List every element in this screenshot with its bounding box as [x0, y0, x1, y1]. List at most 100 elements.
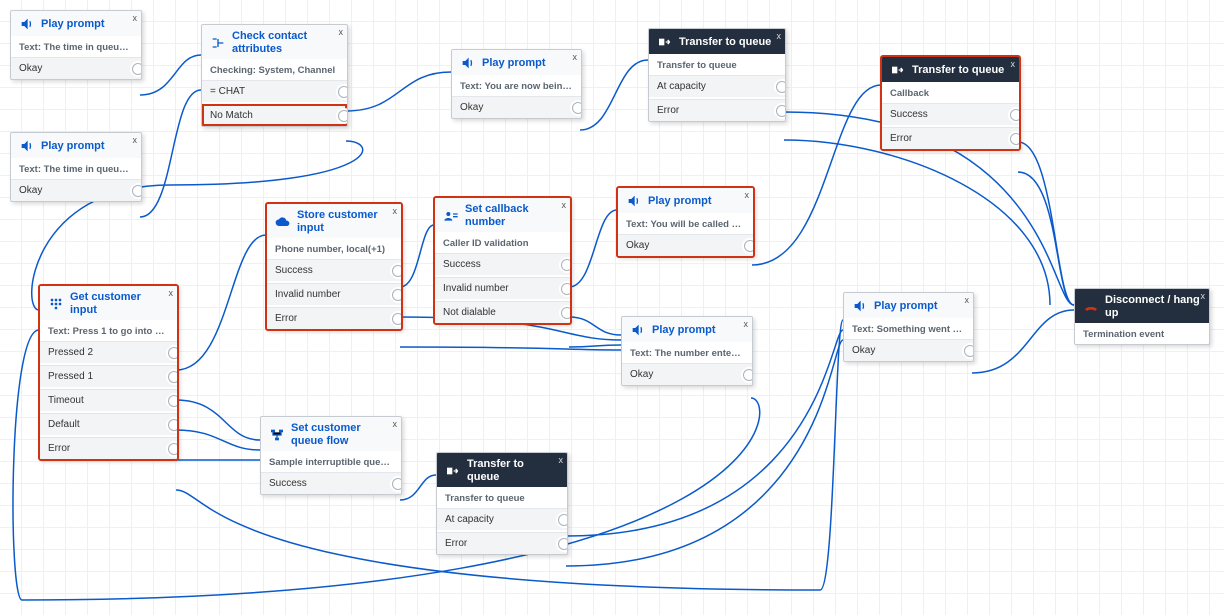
block-play-prompt-being-placed[interactable]: Play prompt x Text: You are now being pl…	[451, 49, 582, 119]
block-header[interactable]: Play prompt x	[844, 293, 973, 318]
connector-dot[interactable]	[338, 86, 348, 98]
branch-error[interactable]: Error	[40, 437, 177, 459]
close-icon[interactable]: x	[1011, 59, 1016, 69]
connector-dot[interactable]	[392, 289, 402, 301]
close-icon[interactable]: x	[777, 31, 782, 41]
close-icon[interactable]: x	[965, 295, 970, 305]
block-header[interactable]: Get customer input x	[40, 286, 177, 320]
canvas-grid[interactable]	[0, 0, 1224, 615]
connector-dot[interactable]	[168, 347, 178, 359]
connector-dot[interactable]	[392, 313, 402, 325]
block-header[interactable]: Play prompt x	[11, 11, 141, 36]
close-icon[interactable]: x	[133, 135, 138, 145]
connector-dot[interactable]	[392, 478, 402, 490]
connector-dot[interactable]	[1010, 133, 1020, 145]
block-header[interactable]: Play prompt x	[452, 50, 581, 75]
block-disconnect[interactable]: Disconnect / hang up x Termination event	[1074, 288, 1210, 345]
block-play-prompt-callback[interactable]: Play prompt x Text: You will be called b…	[617, 187, 754, 257]
connector-dot[interactable]	[132, 63, 142, 75]
connector-dot[interactable]	[743, 369, 753, 381]
connector-dot[interactable]	[392, 265, 402, 277]
connector-dot[interactable]	[776, 105, 786, 117]
block-subtitle: Phone number, local(+1)	[267, 238, 401, 259]
connector-dot[interactable]	[744, 240, 754, 252]
branch-okay[interactable]: Okay	[618, 234, 753, 256]
block-header[interactable]: Play prompt x	[11, 133, 141, 158]
block-header[interactable]: Disconnect / hang up x	[1075, 289, 1209, 323]
connector-dot[interactable]	[558, 514, 568, 526]
branch-pressed-2[interactable]: Pressed 2	[40, 341, 177, 363]
branch-default[interactable]: Default	[40, 413, 177, 435]
block-check-contact-attributes[interactable]: Check contact attributes x Checking: Sys…	[201, 24, 348, 127]
branch-okay[interactable]: Okay	[452, 96, 581, 118]
connector-dot[interactable]	[776, 81, 786, 93]
block-header[interactable]: Set customer queue flow x	[261, 417, 401, 451]
branch-at-capacity[interactable]: At capacity	[649, 75, 785, 97]
block-play-prompt-number-entered[interactable]: Play prompt x Text: The number entered..…	[621, 316, 753, 386]
branch-okay[interactable]: Okay	[622, 363, 752, 385]
close-icon[interactable]: x	[133, 13, 138, 23]
block-header[interactable]: Transfer to queue x	[437, 453, 567, 487]
connector-dot[interactable]	[572, 102, 582, 114]
connector-dot[interactable]	[561, 307, 571, 319]
close-icon[interactable]: x	[393, 206, 398, 216]
block-get-customer-input[interactable]: Get customer input x Text: Press 1 to go…	[39, 285, 178, 460]
block-subtitle: Transfer to queue	[437, 487, 567, 508]
branch-error[interactable]: Error	[649, 99, 785, 121]
branch-invalid-number[interactable]: Invalid number	[435, 277, 570, 299]
connector-dot[interactable]	[168, 443, 178, 455]
branch-chat[interactable]: = CHAT	[202, 80, 347, 102]
branch-no-match[interactable]: No Match	[202, 104, 347, 126]
branch-okay[interactable]: Okay	[11, 57, 141, 79]
connector-dot[interactable]	[168, 371, 178, 383]
connector-dot[interactable]	[964, 345, 974, 357]
block-transfer-to-queue-2[interactable]: Transfer to queue x Transfer to queue At…	[436, 452, 568, 555]
connector-dot[interactable]	[168, 395, 178, 407]
close-icon[interactable]: x	[562, 200, 567, 210]
block-header[interactable]: Check contact attributes x	[202, 25, 347, 59]
block-header[interactable]: Transfer to queue x	[649, 29, 785, 54]
block-play-prompt-2[interactable]: Play prompt x Text: The time in queue is…	[10, 132, 142, 202]
branch-success[interactable]: Success	[435, 253, 570, 275]
close-icon[interactable]: x	[745, 190, 750, 200]
branch-success[interactable]: Success	[882, 103, 1019, 125]
close-icon[interactable]: x	[559, 455, 564, 465]
close-icon[interactable]: x	[169, 288, 174, 298]
branch-error[interactable]: Error	[882, 127, 1019, 149]
block-header[interactable]: Play prompt x	[618, 188, 753, 213]
branch-pressed-1[interactable]: Pressed 1	[40, 365, 177, 387]
branch-not-dialable[interactable]: Not dialable	[435, 301, 570, 323]
close-icon[interactable]: x	[744, 319, 749, 329]
branch-okay[interactable]: Okay	[11, 179, 141, 201]
block-play-prompt-1[interactable]: Play prompt x Text: The time in queue is…	[10, 10, 142, 80]
branch-timeout[interactable]: Timeout	[40, 389, 177, 411]
branch-success[interactable]: Success	[261, 472, 401, 494]
block-transfer-to-queue-1[interactable]: Transfer to queue x Transfer to queue At…	[648, 28, 786, 122]
close-icon[interactable]: x	[339, 27, 344, 37]
connector-dot[interactable]	[1010, 109, 1020, 121]
block-transfer-to-queue-callback[interactable]: Transfer to queue x Callback Success Err…	[881, 56, 1020, 150]
connector-dot[interactable]	[561, 283, 571, 295]
block-set-callback-number[interactable]: Set callback number x Caller ID validati…	[434, 197, 571, 324]
branch-error[interactable]: Error	[267, 307, 401, 329]
connector-dot[interactable]	[338, 110, 348, 122]
branch-okay[interactable]: Okay	[844, 339, 973, 361]
block-store-customer-input[interactable]: Store customer input x Phone number, loc…	[266, 203, 402, 330]
block-header[interactable]: Set callback number x	[435, 198, 570, 232]
connector-dot[interactable]	[558, 538, 568, 550]
block-header[interactable]: Transfer to queue x	[882, 57, 1019, 82]
connector-dot[interactable]	[168, 419, 178, 431]
branch-error[interactable]: Error	[437, 532, 567, 554]
close-icon[interactable]: x	[573, 52, 578, 62]
connector-dot[interactable]	[561, 259, 571, 271]
close-icon[interactable]: x	[1201, 291, 1206, 301]
connector-dot[interactable]	[132, 185, 142, 197]
close-icon[interactable]: x	[393, 419, 398, 429]
branch-invalid-number[interactable]: Invalid number	[267, 283, 401, 305]
branch-at-capacity[interactable]: At capacity	[437, 508, 567, 530]
block-play-prompt-error[interactable]: Play prompt x Text: Something went wro..…	[843, 292, 974, 362]
block-header[interactable]: Play prompt x	[622, 317, 752, 342]
block-set-customer-queue-flow[interactable]: Set customer queue flow x Sample interru…	[260, 416, 402, 495]
block-header[interactable]: Store customer input x	[267, 204, 401, 238]
branch-success[interactable]: Success	[267, 259, 401, 281]
